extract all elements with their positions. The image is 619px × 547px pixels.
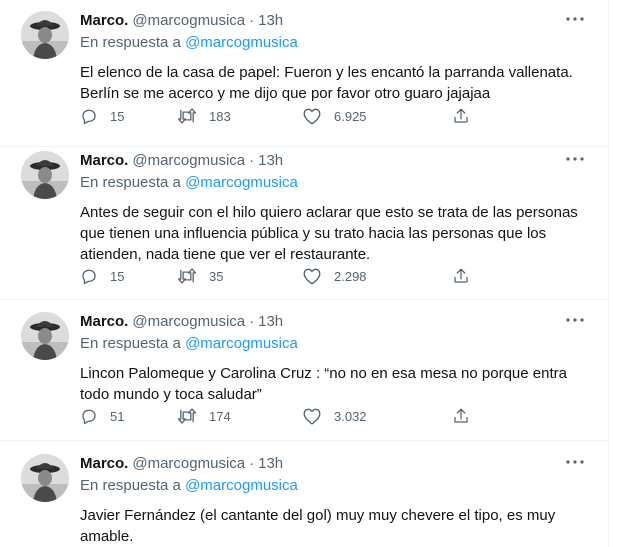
tweet-text: Javier Fernández (el cantante del gol) m…: [80, 507, 556, 545]
share-icon: [452, 107, 470, 125]
reply-button[interactable]: 15: [80, 107, 177, 125]
tweet-actions: 15 35 2.298: [80, 266, 472, 286]
username[interactable]: @marcogmusica: [132, 312, 245, 332]
retweet-button[interactable]: 35: [177, 267, 302, 285]
reply-context: En respuesta a @marcogmusica: [80, 173, 592, 195]
reply-mention-link[interactable]: @marcogmusica: [185, 174, 298, 191]
tweet-header: Marco. @marcogmusica · 13h: [80, 11, 592, 33]
reply-mention-link[interactable]: @marcogmusica: [185, 335, 298, 352]
reply-button[interactable]: 15: [80, 267, 177, 285]
display-name[interactable]: Marco.: [80, 454, 128, 474]
share-icon: [452, 267, 470, 285]
tweet-header: Marco. @marcogmusica · 13h: [80, 454, 592, 476]
tweet-text: El elenco de la casa de papel: Fueron y …: [80, 64, 573, 102]
retweet-icon: [177, 407, 197, 425]
tweet[interactable]: Marco. @marcogmusica · 13h En respuesta …: [0, 300, 608, 441]
username[interactable]: @marcogmusica: [132, 11, 245, 31]
like-icon: [302, 107, 322, 125]
reply-icon: [80, 107, 98, 125]
reply-mention-link[interactable]: @marcogmusica: [185, 34, 298, 51]
username[interactable]: @marcogmusica: [132, 454, 245, 474]
reply-prefix: En respuesta a: [80, 335, 186, 352]
share-button[interactable]: [452, 107, 472, 125]
like-count: 6.925: [334, 108, 367, 124]
separator-dot: ·: [249, 313, 255, 330]
like-button[interactable]: 6.925: [302, 107, 452, 125]
reply-prefix: En respuesta a: [80, 477, 186, 494]
reply-context: En respuesta a @marcogmusica: [80, 33, 592, 55]
tweet[interactable]: Marco. @marcogmusica · 13h En respuesta …: [0, 147, 608, 300]
avatar[interactable]: [21, 454, 69, 502]
retweet-icon: [177, 267, 197, 285]
timestamp[interactable]: 13h: [258, 454, 283, 474]
like-icon: [302, 267, 322, 285]
display-name[interactable]: Marco.: [80, 312, 128, 332]
display-name[interactable]: Marco.: [80, 151, 128, 171]
reply-count: 51: [110, 408, 125, 424]
more-options-icon[interactable]: [564, 150, 586, 168]
timestamp[interactable]: 13h: [258, 312, 283, 332]
like-button[interactable]: 3.032: [302, 407, 452, 425]
reply-button[interactable]: 51: [80, 407, 177, 425]
tweet-text: Lincon Palomeque y Carolina Cruz : “no n…: [80, 365, 567, 403]
share-button[interactable]: [452, 267, 472, 285]
avatar[interactable]: [21, 312, 69, 360]
retweet-button[interactable]: 174: [177, 407, 302, 425]
separator-dot: ·: [249, 12, 255, 29]
retweet-count: 35: [209, 268, 224, 284]
share-icon: [452, 407, 470, 425]
like-count: 3.032: [334, 408, 367, 424]
tweet-actions: 15 183 6.925: [80, 106, 472, 126]
more-options-icon[interactable]: [564, 453, 586, 471]
reply-context: En respuesta a @marcogmusica: [80, 334, 592, 356]
retweet-button[interactable]: 183: [177, 107, 302, 125]
avatar[interactable]: [21, 11, 69, 59]
timestamp[interactable]: 13h: [258, 11, 283, 31]
like-icon: [302, 407, 322, 425]
tweet-thread: Marco. @marcogmusica · 13h En respuesta …: [0, 0, 609, 547]
retweet-count: 174: [209, 408, 231, 424]
reply-icon: [80, 407, 98, 425]
retweet-count: 183: [209, 108, 231, 124]
share-button[interactable]: [452, 407, 472, 425]
tweet-header: Marco. @marcogmusica · 13h: [80, 151, 592, 173]
separator-dot: ·: [249, 455, 255, 472]
reply-count: 15: [110, 108, 125, 124]
reply-count: 15: [110, 268, 125, 284]
reply-prefix: En respuesta a: [80, 174, 186, 191]
reply-prefix: En respuesta a: [80, 34, 186, 51]
retweet-icon: [177, 107, 197, 125]
more-options-icon[interactable]: [564, 311, 586, 329]
tweet-header: Marco. @marcogmusica · 13h: [80, 312, 592, 334]
tweet-actions: 51 174 3.032: [80, 406, 472, 426]
reply-icon: [80, 267, 98, 285]
more-options-icon[interactable]: [564, 10, 586, 28]
tweet[interactable]: Marco. @marcogmusica · 13h En respuesta …: [0, 441, 608, 547]
reply-mention-link[interactable]: @marcogmusica: [185, 477, 298, 494]
display-name[interactable]: Marco.: [80, 11, 128, 31]
like-button[interactable]: 2.298: [302, 267, 452, 285]
avatar[interactable]: [21, 151, 69, 199]
like-count: 2.298: [334, 268, 367, 284]
tweet[interactable]: Marco. @marcogmusica · 13h En respuesta …: [0, 0, 608, 147]
tweet-text: Antes de seguir con el hilo quiero aclar…: [80, 204, 578, 263]
separator-dot: ·: [249, 152, 255, 169]
timestamp[interactable]: 13h: [258, 151, 283, 171]
username[interactable]: @marcogmusica: [132, 151, 245, 171]
reply-context: En respuesta a @marcogmusica: [80, 476, 592, 498]
